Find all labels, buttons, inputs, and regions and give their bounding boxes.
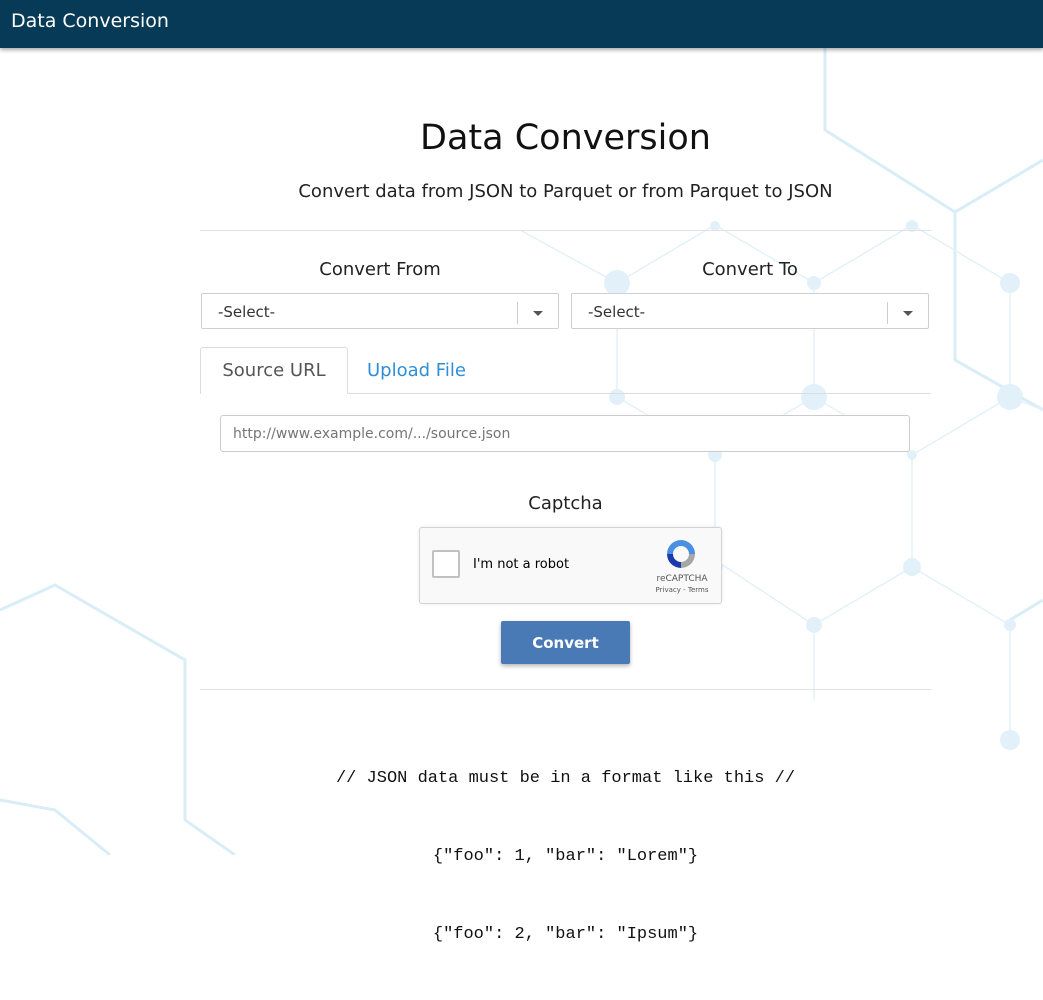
main-content: Data Conversion Convert data from JSON t… bbox=[0, 48, 1043, 944]
navbar-brand[interactable]: Data Conversion bbox=[11, 10, 169, 32]
tab-source-url[interactable]: Source URL bbox=[200, 347, 348, 394]
convert-to-value: -Select- bbox=[588, 303, 646, 321]
page-title: Data Conversion bbox=[420, 118, 711, 158]
recaptcha-checkbox[interactable] bbox=[432, 550, 460, 578]
convert-from-select[interactable]: -Select- bbox=[201, 293, 559, 329]
top-navbar: Data Conversion bbox=[0, 0, 1043, 48]
convert-button[interactable]: Convert bbox=[501, 621, 630, 664]
recaptcha-widget: I'm not a robot reCAPTCHA Privacy - Term… bbox=[419, 527, 722, 604]
convert-from-label: Convert From bbox=[319, 259, 441, 280]
select-separator bbox=[517, 302, 518, 324]
recaptcha-logo-icon bbox=[667, 540, 695, 568]
code-line: // JSON data must be in a format like th… bbox=[335, 769, 796, 788]
recaptcha-links[interactable]: Privacy - Terms bbox=[644, 586, 720, 594]
tab-upload-file[interactable]: Upload File bbox=[367, 360, 466, 381]
divider bbox=[200, 230, 931, 231]
page-subtitle: Convert data from JSON to Parquet or fro… bbox=[298, 181, 833, 202]
select-separator bbox=[887, 302, 888, 324]
convert-to-label: Convert To bbox=[702, 259, 798, 280]
code-line: {"foo": 2, "bar": "Ipsum"} bbox=[432, 925, 699, 944]
chevron-down-icon[interactable] bbox=[533, 311, 543, 316]
captcha-label: Captcha bbox=[528, 493, 603, 514]
convert-from-value: -Select- bbox=[218, 303, 276, 321]
recaptcha-brand: reCAPTCHA bbox=[656, 574, 708, 584]
recaptcha-checkbox-label: I'm not a robot bbox=[473, 557, 570, 572]
convert-to-select[interactable]: -Select- bbox=[571, 293, 929, 329]
code-line: {"foo": 1, "bar": "Lorem"} bbox=[432, 847, 699, 866]
source-url-input[interactable] bbox=[220, 415, 910, 452]
json-format-example: // JSON data must be in a format like th… bbox=[200, 714, 931, 1000]
divider bbox=[200, 689, 931, 690]
chevron-down-icon[interactable] bbox=[903, 311, 913, 316]
